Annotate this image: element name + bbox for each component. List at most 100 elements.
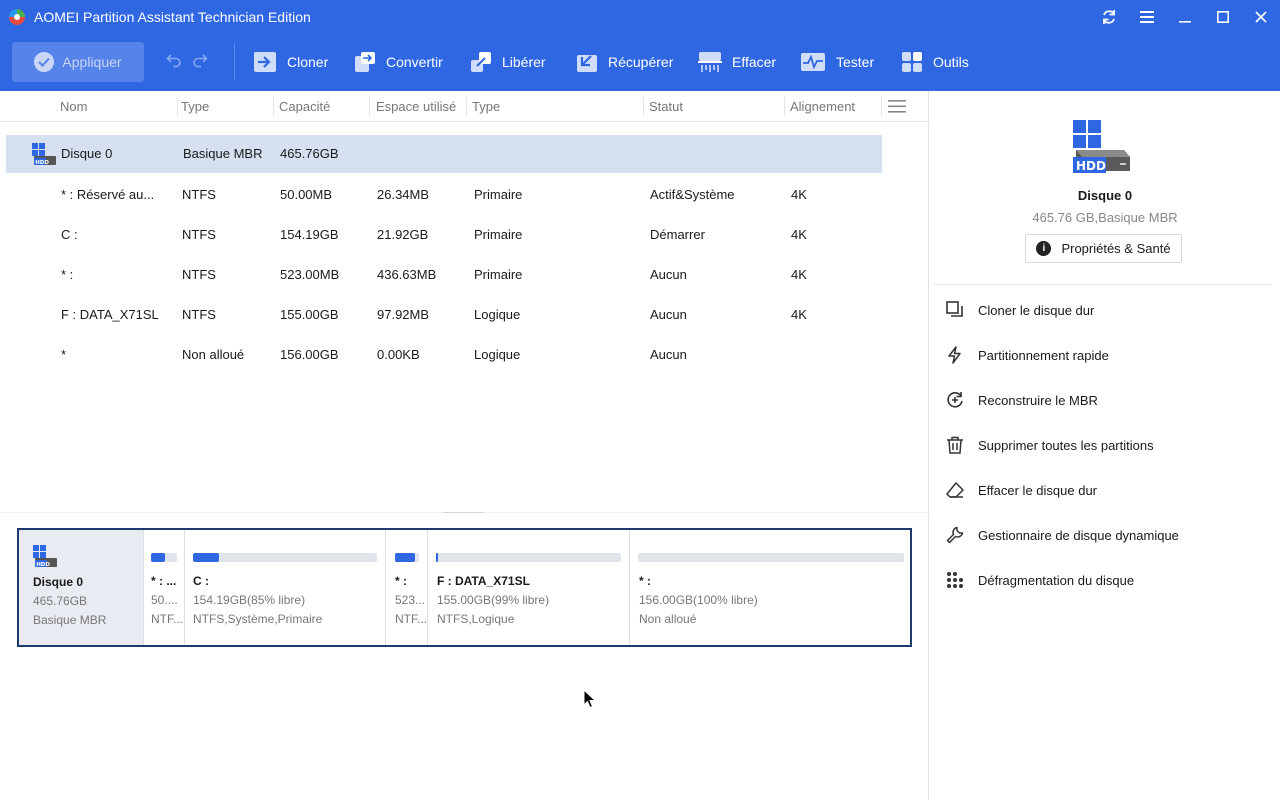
toolbar-tools-button[interactable]: Outils	[901, 50, 969, 74]
free-icon	[471, 52, 491, 72]
partition-status: Démarrer	[650, 227, 705, 242]
toolbar-clone-label: Cloner	[287, 54, 329, 70]
trash-icon	[947, 436, 963, 454]
partition-capacity: 156.00GB	[280, 347, 339, 362]
table-row[interactable]: C : NTFS 154.19GB 21.92GB Primaire Démar…	[6, 215, 882, 255]
action-quick-partition[interactable]: Partitionnement rapide	[946, 345, 1109, 365]
partition-fs: NTFS	[182, 187, 216, 202]
rebuild-mbr-icon	[947, 392, 963, 408]
mouse-cursor-icon	[583, 689, 597, 709]
partition-fs: NTFS	[182, 307, 216, 322]
table-row[interactable]: * : Réservé au... NTFS 50.00MB 26.34MB P…	[6, 175, 882, 215]
action-dynamic-disk-manager[interactable]: Gestionnaire de disque dynamique	[946, 525, 1179, 545]
maximize-button[interactable]	[1204, 0, 1242, 33]
toolbar-convert-button[interactable]: Convertir	[354, 50, 443, 74]
table-row[interactable]: * Non alloué 156.00GB 0.00KB Logique Auc…	[6, 335, 882, 375]
action-label: Cloner le disque dur	[978, 302, 1095, 318]
col-name[interactable]: Nom	[60, 91, 87, 122]
diskmap-part-name: * :	[395, 574, 407, 588]
partition-capacity: 154.19GB	[280, 227, 339, 242]
diskmap-disk-name: Disque 0	[33, 575, 84, 589]
partition-align: 4K	[791, 187, 807, 202]
disk-row-type: Basique MBR	[183, 146, 263, 161]
usage-bar-fill	[151, 553, 165, 562]
minimize-button[interactable]	[1166, 0, 1204, 33]
col-status[interactable]: Statut	[649, 91, 683, 122]
disk-row-name: Disque 0	[61, 146, 113, 161]
action-wipe-disk[interactable]: Effacer le disque dur	[946, 480, 1097, 500]
toolbar-recover-label: Récupérer	[608, 54, 674, 70]
action-label: Supprimer toutes les partitions	[978, 437, 1154, 453]
table-row[interactable]: * : NTFS 523.00MB 436.63MB Primaire Aucu…	[6, 255, 882, 295]
wipe-icon	[698, 52, 722, 72]
diskmap-partition[interactable]: C : 154.19GB(85% libre) NTFS,Système,Pri…	[184, 530, 385, 645]
main-panel: Nom Type Capacité Espace utilisé Type St…	[0, 91, 929, 800]
partition-name: * :	[61, 267, 74, 282]
title-bar: AOMEI Partition Assistant Technician Edi…	[0, 0, 1280, 33]
apply-button[interactable]: Appliquer	[12, 42, 144, 82]
tools-icon	[902, 52, 922, 72]
partition-align: 4K	[791, 307, 807, 322]
partition-name: C :	[61, 227, 78, 242]
toolbar-test-button[interactable]: Tester	[800, 50, 874, 74]
undo-icon[interactable]	[166, 52, 182, 68]
toolbar-free-button[interactable]: Libérer	[470, 50, 546, 74]
close-button[interactable]	[1242, 0, 1280, 33]
usage-bar	[395, 553, 419, 562]
toolbar-clone-button[interactable]: Cloner	[253, 50, 328, 74]
action-defrag-disk[interactable]: Défragmentation du disque	[946, 570, 1134, 590]
wrench-icon	[946, 526, 964, 544]
action-delete-all-partitions[interactable]: Supprimer toutes les partitions	[946, 435, 1154, 455]
lightning-icon	[948, 346, 961, 364]
partition-type: Primaire	[474, 187, 523, 202]
action-label: Partitionnement rapide	[978, 347, 1109, 363]
toolbar-tools-label: Outils	[933, 54, 969, 70]
right-panel: HDD Disque 0 465.76 GB,Basique MBR i Pro…	[930, 91, 1280, 800]
partition-fs: NTFS	[182, 267, 216, 282]
action-rebuild-mbr[interactable]: Reconstruire le MBR	[946, 390, 1098, 410]
table-row[interactable]: F : DATA_X71SL NTFS 155.00GB 97.92MB Log…	[6, 295, 882, 335]
toolbar-convert-label: Convertir	[386, 54, 443, 70]
partition-status: Aucun	[650, 307, 687, 322]
partition-type: Logique	[474, 307, 521, 322]
toolbar-wipe-button[interactable]: Effacer	[698, 50, 776, 74]
diskmap-partition[interactable]: * : 523... NTF...	[385, 530, 427, 645]
col-capacity[interactable]: Capacité	[279, 91, 330, 122]
redo-icon[interactable]	[192, 52, 208, 68]
toolbar-recover-button[interactable]: Récupérer	[576, 50, 673, 74]
action-label: Défragmentation du disque	[978, 572, 1135, 588]
disk-row[interactable]: HDD Disque 0 Basique MBR 465.76GB	[6, 135, 882, 173]
partition-capacity: 523.00MB	[280, 267, 340, 282]
diskmap-part-size: 523...	[395, 593, 426, 607]
partition-capacity: 155.00GB	[280, 307, 339, 322]
col-ptype[interactable]: Type	[472, 91, 500, 122]
svg-text:HDD: HDD	[36, 562, 50, 568]
diskmap-partition[interactable]: * : 156.00GB(100% libre) Non alloué	[629, 530, 910, 645]
col-type[interactable]: Type	[181, 91, 209, 122]
refresh-button[interactable]	[1090, 0, 1128, 33]
eraser-icon	[946, 482, 964, 498]
menu-button[interactable]	[1128, 0, 1166, 33]
refresh-icon	[1103, 9, 1115, 24]
diskmap-disk-block[interactable]: HDD Disque 0 465.76GB Basique MBR	[19, 530, 143, 645]
partition-table: HDD Disque 0 Basique MBR 465.76GB * : Ré…	[6, 135, 882, 375]
col-alignment[interactable]: Alignement	[790, 91, 855, 122]
diskmap-partition[interactable]: F : DATA_X71SL 155.00GB(99% libre) NTFS,…	[427, 530, 629, 645]
diskmap-partition[interactable]: * : ... 50.... NTF...	[143, 530, 184, 645]
diskmap-part-fs: NTF...	[151, 612, 183, 626]
toolbar-test-label: Tester	[836, 54, 875, 70]
partition-fs: NTFS	[182, 227, 216, 242]
minimize-icon	[1179, 20, 1191, 23]
column-settings-icon[interactable]	[888, 100, 906, 113]
checkmark-icon	[34, 52, 55, 72]
partition-name: * : Réservé au...	[61, 187, 155, 202]
partition-align: 4K	[791, 227, 807, 242]
diskmap-part-size: 154.19GB(85% libre)	[193, 593, 306, 607]
properties-health-button[interactable]: i Propriétés & Santé	[1025, 234, 1182, 263]
action-label: Reconstruire le MBR	[978, 392, 1098, 408]
action-clone-disk[interactable]: Cloner le disque dur	[946, 300, 1094, 320]
col-used[interactable]: Espace utilisé	[376, 91, 456, 122]
usage-bar	[193, 553, 377, 562]
splitter-handle[interactable]	[443, 512, 484, 515]
toolbar-free-label: Libérer	[502, 54, 546, 70]
